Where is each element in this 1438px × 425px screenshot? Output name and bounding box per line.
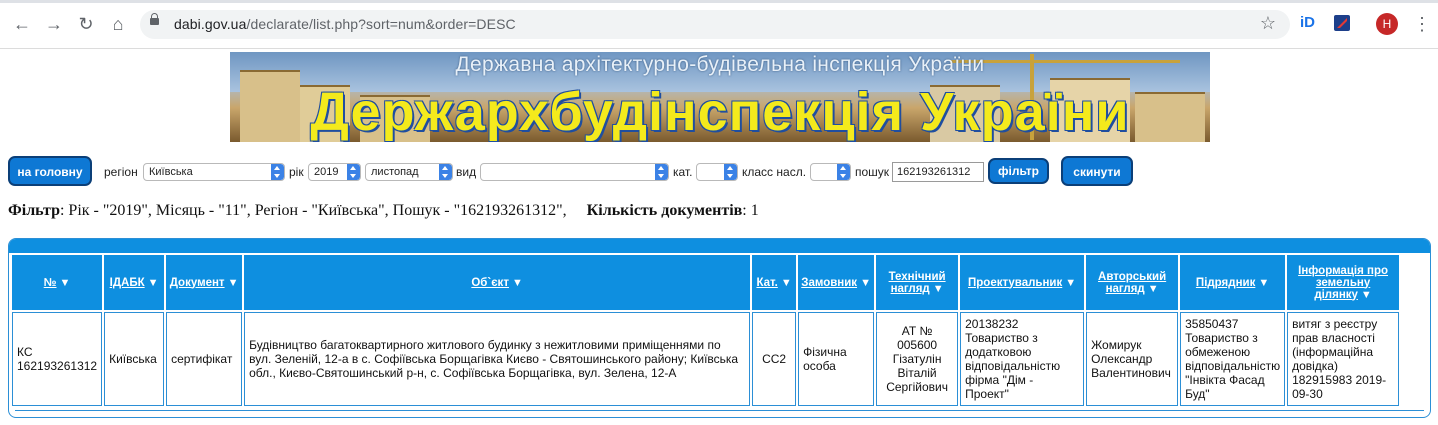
reload-icon[interactable]: ↻ <box>74 12 98 36</box>
table-top-bar <box>9 239 1430 253</box>
col-header-contractor[interactable]: Підрядник ▼ <box>1180 255 1286 310</box>
type-select[interactable] <box>480 163 669 181</box>
region-select[interactable]: Київська <box>143 163 285 181</box>
region-value: Київська <box>149 166 193 178</box>
sort-arrow-icon[interactable]: ▼ <box>148 277 159 289</box>
type-label: вид <box>456 165 477 179</box>
table-row: КС 162193261312 Київська сертифікат Буді… <box>12 312 1400 406</box>
search-input[interactable]: 162193261312 <box>892 162 984 182</box>
month-value: листопад <box>371 166 419 178</box>
sort-arrow-icon[interactable]: ▼ <box>228 277 239 289</box>
select-arrow-icon <box>271 164 284 180</box>
banner-title: Держархбудінспекція України <box>310 82 1130 142</box>
sort-arrow-icon[interactable]: ▼ <box>1065 277 1076 289</box>
sort-arrow-icon[interactable]: ▼ <box>1258 277 1269 289</box>
doc-count-label: Кількість документів <box>586 202 743 219</box>
browser-toolbar: ← → ↻ ⌂ dabi.gov.ua/declarate/list.php?s… <box>0 0 1438 49</box>
col-header-tech-supervision[interactable]: Технічний нагляд ▼ <box>876 255 959 310</box>
home-icon[interactable]: ⌂ <box>106 12 130 36</box>
col-header-author-supervision[interactable]: Авторський нагляд ▼ <box>1086 255 1179 310</box>
cell-number: КС 162193261312 <box>12 312 103 406</box>
cell-contractor: 35850437 Товариство з обмеженою відповід… <box>1180 312 1286 406</box>
cell-designer: 20138232 Товариство з додатковою відпові… <box>960 312 1085 406</box>
filter-summary-text: : Рік - "2019", Місяць - "11", Регіон - … <box>59 202 567 219</box>
sort-arrow-icon[interactable]: ▼ <box>1148 283 1159 295</box>
cell-idabk: Київська <box>104 312 165 406</box>
select-arrow-icon <box>347 164 360 180</box>
col-header-document[interactable]: Документ ▼ <box>166 255 243 310</box>
filter-summary-label: Фільтр <box>8 202 60 219</box>
month-select[interactable]: листопад <box>365 163 453 181</box>
select-arrow-icon <box>439 164 452 180</box>
sort-arrow-icon[interactable]: ▼ <box>781 277 792 289</box>
banner-subtitle: Державна архітектурно-будівельна інспекц… <box>455 53 985 76</box>
class-label: класс насл. <box>742 165 807 179</box>
sort-arrow-icon[interactable]: ▼ <box>60 277 71 289</box>
col-header-object[interactable]: Об`єкт ▼ <box>244 255 751 310</box>
home-button[interactable]: на головну <box>8 156 92 186</box>
doc-count-value: : 1 <box>742 202 759 219</box>
cell-author-supervision: Жомирук Олександр Валентинович <box>1086 312 1179 406</box>
cell-land-info: витяг з реєстру прав власності (інформац… <box>1287 312 1400 406</box>
table-bottom-line <box>15 410 1424 411</box>
browser-menu-icon[interactable]: ⋮ <box>1413 12 1431 36</box>
select-arrow-icon <box>655 164 668 180</box>
cell-document: сертифікат <box>166 312 243 406</box>
cell-category: СС2 <box>752 312 797 406</box>
class-select[interactable] <box>810 163 851 181</box>
cell-customer: Фізична особа <box>798 312 875 406</box>
address-bar[interactable]: dabi.gov.ua/declarate/list.php?sort=num&… <box>140 10 1290 39</box>
year-label: рік <box>289 165 304 179</box>
filter-summary: Фільтр: Рік - "2019", Місяць - "11", Рег… <box>8 202 759 220</box>
profile-avatar[interactable]: Н <box>1376 13 1398 35</box>
col-header-designer[interactable]: Проектувальник ▼ <box>960 255 1085 310</box>
results-table-frame: № ▼ ІДАБК ▼ Документ ▼ Об`єкт ▼ Кат. ▼ Замовн… <box>8 238 1431 418</box>
year-value: 2019 <box>314 166 339 178</box>
col-header-category[interactable]: Кат. ▼ <box>752 255 797 310</box>
col-header-idabk[interactable]: ІДАБК ▼ <box>104 255 165 310</box>
forward-icon[interactable]: → <box>42 12 66 36</box>
extension-id-icon[interactable]: iD <box>1300 14 1315 31</box>
select-arrow-icon <box>724 164 737 180</box>
site-banner: Державна архітектурно-будівельна інспекц… <box>230 52 1210 142</box>
sort-arrow-icon[interactable]: ▼ <box>933 283 944 295</box>
table-header-row: № ▼ ІДАБК ▼ Документ ▼ Об`єкт ▼ Кат. ▼ Замовн… <box>12 255 1400 310</box>
reset-button[interactable]: скинути <box>1061 156 1133 186</box>
search-label: пошук <box>855 165 890 179</box>
sort-arrow-icon[interactable]: ▼ <box>512 277 523 289</box>
cell-tech-supervision: АТ № 005600 Гізатулін Віталій Сергійович <box>876 312 959 406</box>
results-table: № ▼ ІДАБК ▼ Документ ▼ Об`єкт ▼ Кат. ▼ Замовн… <box>10 253 1401 408</box>
year-select[interactable]: 2019 <box>308 163 361 181</box>
lock-icon <box>150 13 159 25</box>
category-label: кат. <box>673 165 693 179</box>
back-icon[interactable]: ← <box>10 12 34 36</box>
bookmark-star-icon[interactable]: ☆ <box>1260 13 1276 34</box>
col-header-land-info[interactable]: Інформація про земельну ділянку ▼ <box>1287 255 1400 310</box>
filter-button[interactable]: фільтр <box>988 158 1049 184</box>
url-path: /declarate/list.php?sort=num&order=DESC <box>246 16 516 32</box>
url-host: dabi.gov.ua <box>174 16 247 32</box>
tab-strip-edge <box>0 0 1438 3</box>
sort-arrow-icon[interactable]: ▼ <box>860 277 871 289</box>
cell-object: Будівництво багатоквартирного житлового … <box>244 312 751 406</box>
select-arrow-icon <box>837 164 850 180</box>
sort-arrow-icon[interactable]: ▼ <box>1361 289 1372 301</box>
extension-icon[interactable] <box>1334 15 1350 31</box>
col-header-number[interactable]: № ▼ <box>12 255 103 310</box>
category-select[interactable] <box>696 163 738 181</box>
url-text[interactable]: dabi.gov.ua/declarate/list.php?sort=num&… <box>174 16 516 32</box>
region-label: регіон <box>104 165 138 179</box>
col-header-customer[interactable]: Замовник ▼ <box>798 255 875 310</box>
